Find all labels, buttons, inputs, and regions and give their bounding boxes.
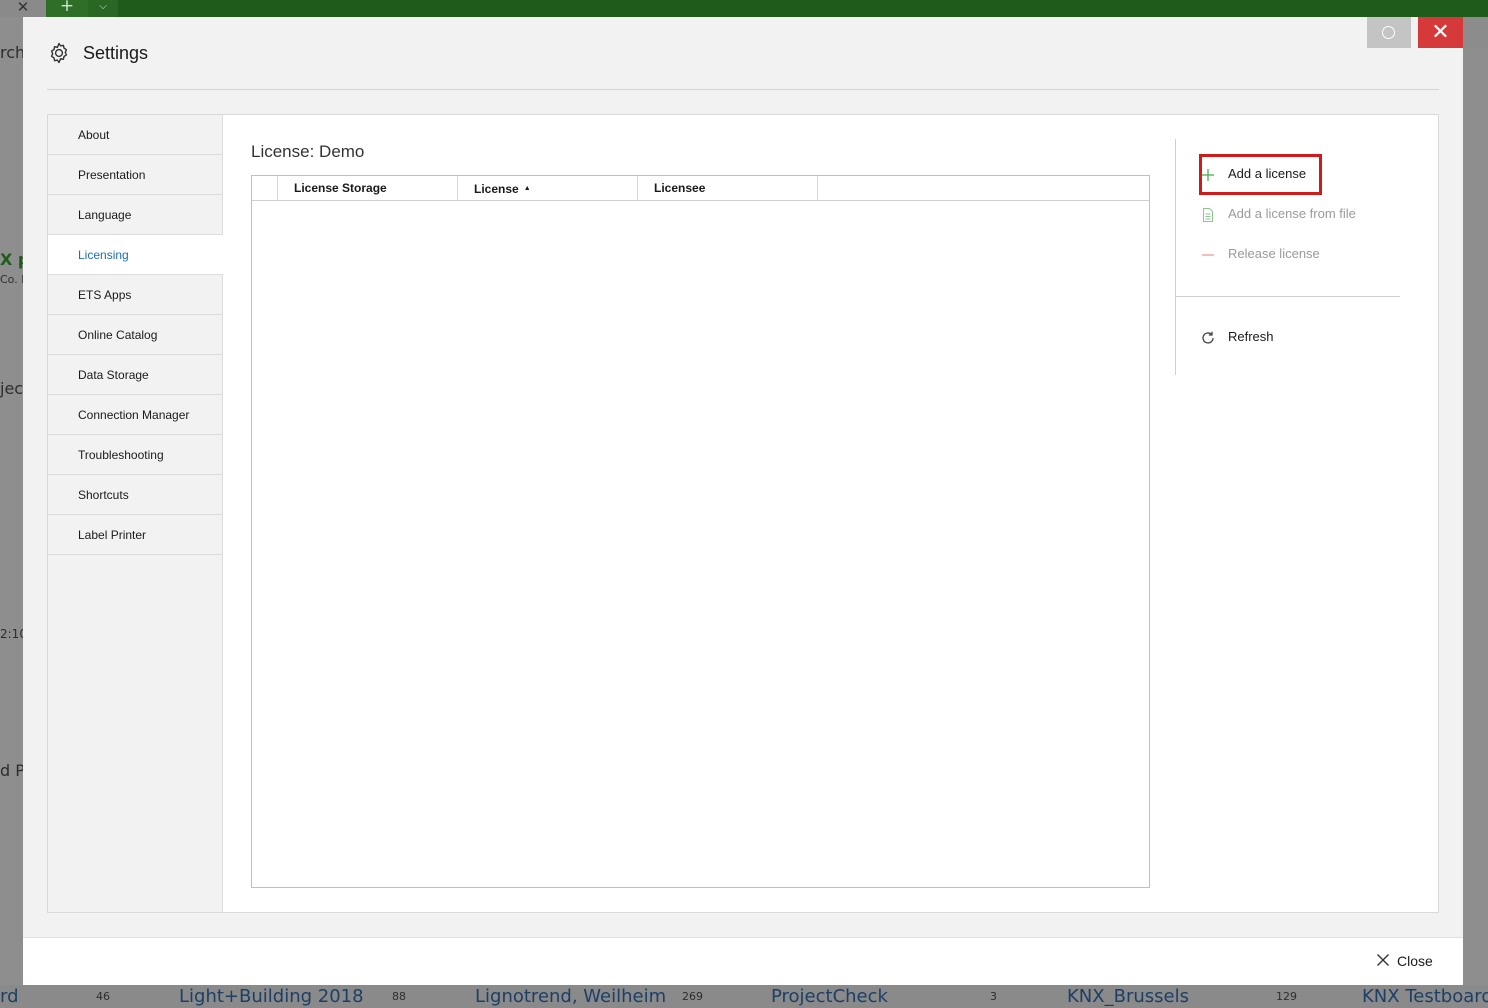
- sort-ascending-icon: ▲: [523, 185, 531, 192]
- column-header-label: Licensee: [654, 181, 706, 195]
- nav-item-ets-apps[interactable]: ETS Apps: [48, 275, 223, 315]
- settings-nav: About Presentation Language Licensing ET…: [48, 115, 224, 912]
- nav-item-label-printer[interactable]: Label Printer: [48, 515, 223, 555]
- add-license-from-file-label: Add a license from file: [1228, 206, 1356, 221]
- column-header-licensee[interactable]: Licensee: [638, 176, 818, 200]
- release-license-button[interactable]: Release license: [1200, 237, 1410, 273]
- dialog-header: Settings ✕: [23, 17, 1463, 89]
- row-selector-header[interactable]: [252, 176, 278, 200]
- refresh-button[interactable]: Refresh: [1200, 320, 1410, 356]
- nav-item-shortcuts[interactable]: Shortcuts: [48, 475, 223, 515]
- background-fragment: X p: [0, 250, 23, 269]
- nav-item-presentation[interactable]: Presentation: [48, 155, 223, 195]
- background-fragment: 2:10: [0, 627, 23, 641]
- background-titlebar: [0, 0, 1488, 17]
- nav-item-licensing[interactable]: Licensing: [48, 235, 224, 275]
- background-fragment: rch: [0, 43, 23, 62]
- header-divider: [47, 89, 1439, 90]
- background-project-count: 269: [682, 990, 703, 1003]
- release-license-label: Release license: [1228, 246, 1320, 261]
- nav-item-troubleshooting[interactable]: Troubleshooting: [48, 435, 223, 475]
- close-button[interactable]: Close: [1375, 951, 1445, 973]
- column-header-label: License: [474, 182, 519, 196]
- background-right-strip: [1463, 48, 1488, 988]
- settings-dialog: Settings ✕ About Presentation Language L…: [23, 17, 1463, 985]
- background-project-name[interactable]: ProjectCheck: [771, 986, 888, 1007]
- highlight-box: [1199, 154, 1322, 195]
- background-project-name[interactable]: KNX Testboard: [1362, 986, 1488, 1007]
- minus-icon: [1202, 254, 1214, 256]
- background-add-tab-icon[interactable]: +: [46, 0, 88, 17]
- background-project-name[interactable]: Light+Building 2018: [179, 986, 364, 1007]
- actions-divider: [1175, 296, 1400, 297]
- background-project-count: 88: [392, 990, 406, 1003]
- column-header-label: License Storage: [294, 181, 387, 195]
- background-project-count: 46: [96, 990, 110, 1003]
- background-project-strip: rd 46 Light+Building 2018 88 Lignotrend,…: [0, 985, 1488, 1008]
- nav-item-data-storage[interactable]: Data Storage: [48, 355, 223, 395]
- close-button-label: Close: [1397, 953, 1433, 969]
- background-project-name[interactable]: Lignotrend, Weilheim: [475, 986, 666, 1007]
- file-icon: [1203, 208, 1213, 222]
- background-fragment: rd: [0, 986, 19, 1007]
- nav-item-language[interactable]: Language: [48, 195, 223, 235]
- refresh-label: Refresh: [1228, 329, 1274, 344]
- nav-item-online-catalog[interactable]: Online Catalog: [48, 315, 223, 355]
- settings-content: About Presentation Language Licensing ET…: [47, 114, 1439, 913]
- background-fragment: jec: [0, 379, 23, 398]
- background-fragment: Co. K: [0, 273, 23, 286]
- circle-icon: [1382, 26, 1395, 39]
- background-tab-close-icon[interactable]: ✕: [0, 0, 46, 17]
- background-fragment: d P: [0, 761, 23, 780]
- nav-item-about[interactable]: About: [48, 115, 223, 155]
- restore-button[interactable]: [1367, 17, 1411, 48]
- column-header-license-storage[interactable]: License Storage: [278, 176, 458, 200]
- close-icon: [1377, 954, 1389, 966]
- background-project-count: 3: [990, 990, 997, 1003]
- nav-item-connection-manager[interactable]: Connection Manager: [48, 395, 223, 435]
- background-tab-dropdown-icon[interactable]: ⌵: [88, 0, 118, 17]
- gear-icon: [50, 42, 68, 64]
- license-table-header: License Storage License ▲ Licensee: [252, 176, 1149, 201]
- license-title: License: Demo: [251, 142, 365, 161]
- license-table[interactable]: License Storage License ▲ Licensee: [251, 175, 1150, 888]
- dialog-footer: Close: [23, 938, 1463, 985]
- column-header-license[interactable]: License ▲: [458, 176, 638, 200]
- background-project-count: 129: [1276, 990, 1297, 1003]
- add-license-from-file-button[interactable]: Add a license from file: [1200, 197, 1410, 233]
- close-window-button[interactable]: ✕: [1418, 17, 1463, 48]
- actions-separator: [1175, 139, 1176, 375]
- background-project-name[interactable]: KNX_Brussels: [1067, 986, 1189, 1007]
- dialog-title: Settings: [83, 43, 149, 63]
- refresh-icon: [1202, 331, 1214, 344]
- background-left-strip: rch X p Co. K jec 2:10 d P: [0, 17, 23, 987]
